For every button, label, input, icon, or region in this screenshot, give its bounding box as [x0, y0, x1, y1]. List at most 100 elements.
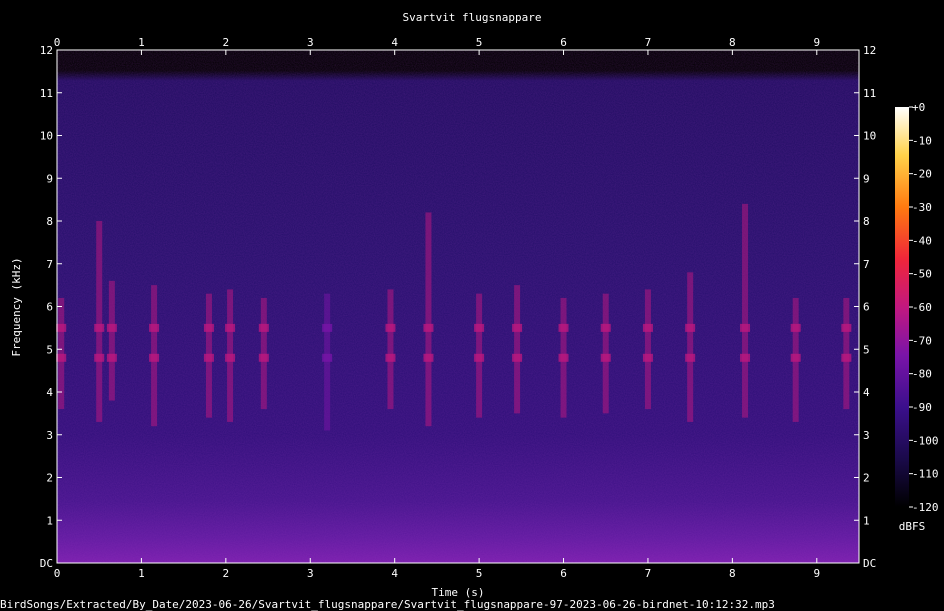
x-tick-label-top: 8 [729, 36, 736, 49]
x-tick-label-top: 9 [813, 36, 820, 49]
colorbar-tick-label: -20 [912, 168, 932, 181]
call-harmonic-upper [512, 323, 523, 332]
x-tick-label-bottom: 9 [813, 567, 820, 580]
call-mark [96, 221, 103, 422]
y-tick-label-left: 8 [46, 215, 53, 228]
y-tick-label-right: DC [863, 557, 876, 570]
call-harmonic-upper [740, 323, 751, 332]
x-tick-label-bottom: 5 [476, 567, 483, 580]
call-harmonic-lower [841, 353, 852, 362]
call-harmonic-upper [149, 323, 160, 332]
x-tick-label-top: 7 [645, 36, 652, 49]
y-tick-label-left: 2 [46, 472, 53, 485]
call-mark [324, 293, 331, 431]
call-harmonic-upper [203, 323, 214, 332]
y-tick-label-left: 1 [46, 514, 53, 527]
call-mark [260, 297, 267, 410]
call-harmonic-lower [225, 353, 236, 362]
call-harmonic-lower [512, 353, 523, 362]
call-mark [687, 272, 694, 422]
y-tick-label-right: 6 [863, 301, 870, 314]
y-tick-label-right: 12 [863, 44, 876, 57]
call-harmonic-lower [474, 353, 485, 362]
y-tick-label-right: 7 [863, 258, 870, 271]
colorbar-tick-label: -60 [912, 301, 932, 314]
colorbar-tick-label: -100 [912, 434, 939, 447]
call-harmonic-lower [94, 353, 105, 362]
y-tick-label-right: 3 [863, 429, 870, 442]
call-harmonic-upper [600, 323, 611, 332]
x-tick-label-top: 4 [391, 36, 398, 49]
x-tick-label-bottom: 3 [307, 567, 314, 580]
y-tick-label-left: 11 [40, 87, 53, 100]
y-tick-label-right: 11 [863, 87, 876, 100]
call-harmonic-upper [558, 323, 569, 332]
colorbar-tick-label: -110 [912, 468, 939, 481]
call-harmonic-upper [322, 323, 333, 332]
x-tick-label-top: 6 [560, 36, 567, 49]
call-mark [514, 285, 521, 414]
x-tick-label-top: 1 [138, 36, 145, 49]
colorbar-tick-label: -50 [912, 268, 932, 281]
y-tick-label-right: 5 [863, 343, 870, 356]
spectrogram-noise-texture [57, 50, 859, 563]
x-tick-label-bottom: 7 [645, 567, 652, 580]
call-harmonic-lower [790, 353, 801, 362]
call-harmonic-lower [203, 353, 214, 362]
call-mark [387, 289, 394, 410]
call-harmonic-upper [258, 323, 269, 332]
call-harmonic-upper [94, 323, 105, 332]
spectrogram-figure: Svartvit flugsnappare 001122334455667788… [0, 0, 944, 611]
call-harmonic-upper [385, 323, 396, 332]
x-tick-label-bottom: 6 [560, 567, 567, 580]
call-mark [108, 280, 115, 401]
colorbar-tick-label: -40 [912, 234, 932, 247]
call-harmonic-lower [642, 353, 653, 362]
call-mark [843, 297, 850, 410]
call-harmonic-upper [56, 323, 67, 332]
y-tick-label-left: 12 [40, 44, 53, 57]
y-tick-label-left: 7 [46, 258, 53, 271]
call-harmonic-upper [685, 323, 696, 332]
call-harmonic-upper [225, 323, 236, 332]
y-tick-label-right: 4 [863, 386, 870, 399]
colorbar-tick-label: +0 [912, 101, 925, 114]
y-tick-label-left: 4 [46, 386, 53, 399]
x-tick-label-bottom: 8 [729, 567, 736, 580]
colorbar-tick-label: -30 [912, 201, 932, 214]
x-tick-label-top: 2 [223, 36, 230, 49]
call-harmonic-lower [740, 353, 751, 362]
call-harmonic-upper [423, 323, 434, 332]
x-tick-label-bottom: 2 [223, 567, 230, 580]
colorbar-label: dBFS [899, 520, 926, 533]
call-mark [742, 203, 749, 418]
y-tick-label-left: 9 [46, 172, 53, 185]
call-harmonic-lower [385, 353, 396, 362]
call-harmonic-upper [841, 323, 852, 332]
spectrogram-plot-area [56, 50, 859, 563]
y-tick-label-left: DC [40, 557, 53, 570]
call-harmonic-lower [322, 353, 333, 362]
call-harmonic-upper [790, 323, 801, 332]
call-harmonic-lower [258, 353, 269, 362]
y-tick-label-left: 6 [46, 301, 53, 314]
y-tick-label-right: 2 [863, 472, 870, 485]
colorbar [895, 107, 909, 507]
call-harmonic-upper [106, 323, 117, 332]
x-tick-label-bottom: 4 [391, 567, 398, 580]
colorbar-tick-label: -10 [912, 134, 932, 147]
y-tick-label-left: 10 [40, 130, 53, 143]
call-harmonic-lower [106, 353, 117, 362]
y-tick-label-left: 5 [46, 343, 53, 356]
y-tick-label-right: 1 [863, 514, 870, 527]
y-tick-label-left: 3 [46, 429, 53, 442]
y-tick-label-right: 8 [863, 215, 870, 228]
colorbar-tick-label: -80 [912, 368, 932, 381]
x-tick-label-top: 5 [476, 36, 483, 49]
call-harmonic-lower [600, 353, 611, 362]
file-path-text: BirdSongs/Extracted/By_Date/2023-06-26/S… [0, 598, 775, 611]
call-harmonic-lower [685, 353, 696, 362]
x-tick-label-top: 3 [307, 36, 314, 49]
x-tick-label-top: 0 [54, 36, 61, 49]
call-mark [644, 289, 651, 410]
